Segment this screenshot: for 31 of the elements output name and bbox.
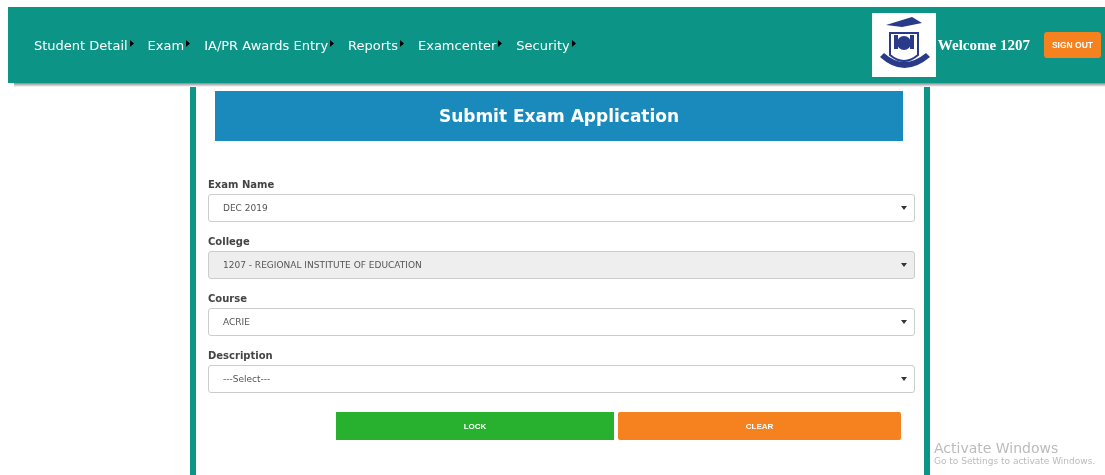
activation-notice-title: Activate Windows	[934, 440, 1060, 456]
dropdown-field[interactable]: ---Select---	[208, 365, 915, 393]
lock-button[interactable]: LOCK	[336, 412, 614, 440]
menu-item[interactable]: Security	[516, 37, 576, 53]
menu-item[interactable]: Exam	[147, 37, 191, 53]
dropdown-field[interactable]: DEC 2019	[208, 194, 915, 222]
caret-icon	[400, 39, 404, 47]
caret-icon	[571, 39, 576, 47]
activation-notice-message: Go to Settings to activate Windows.	[934, 456, 1096, 466]
sign-out-button[interactable]: SIGN OUT	[1043, 32, 1101, 58]
menu-item[interactable]: Student Detail	[34, 37, 134, 53]
dropdown-field[interactable]: ACRIE	[208, 308, 915, 336]
caret-icon	[129, 39, 134, 47]
dropdown-arrow-icon	[901, 206, 907, 210]
dropdown-arrow-icon	[901, 377, 907, 381]
welcome-text: Welcome 1207	[937, 36, 1030, 54]
dropdown-arrow-icon	[901, 263, 907, 267]
caret-icon	[498, 39, 503, 47]
field-label: Course	[208, 293, 248, 304]
field-label: Description	[208, 350, 274, 361]
menu-item[interactable]: Reports	[348, 37, 404, 53]
field-label: College	[208, 236, 251, 247]
crest-logo-icon	[871, 13, 936, 77]
caret-icon	[330, 39, 335, 47]
form-title: Submit Exam Application	[438, 106, 680, 126]
clear-button[interactable]: CLEAR	[618, 412, 901, 440]
menu-item[interactable]: IA/PR Awards Entry	[204, 37, 335, 53]
caret-icon	[186, 39, 191, 47]
field-label: Exam Name	[208, 179, 276, 190]
dropdown-arrow-icon	[901, 320, 907, 324]
menu-item[interactable]: Examcenter	[418, 37, 503, 53]
